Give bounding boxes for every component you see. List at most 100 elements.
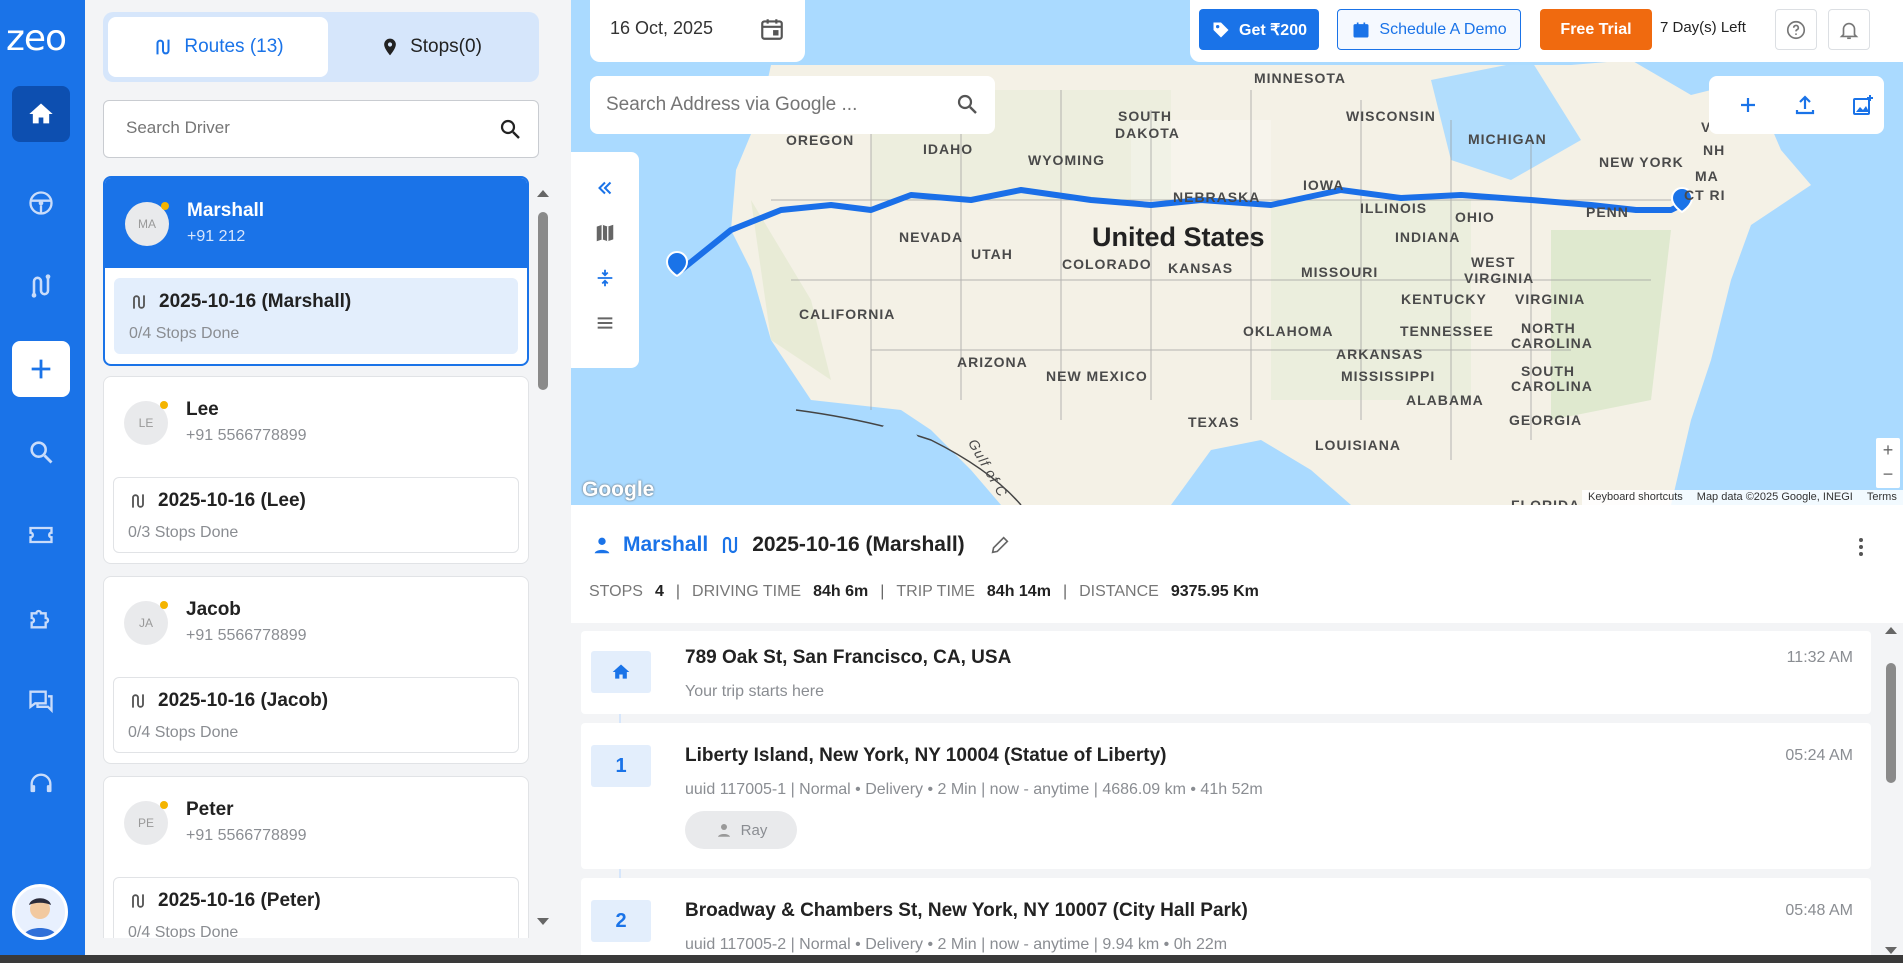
bell-icon bbox=[1839, 22, 1859, 39]
scroll-thumb[interactable] bbox=[538, 212, 548, 390]
add-image-button[interactable] bbox=[1847, 89, 1879, 121]
map-label: MA bbox=[1695, 168, 1719, 184]
messages-nav-button[interactable] bbox=[12, 673, 70, 729]
search-nav-button[interactable] bbox=[12, 424, 70, 480]
add-stop-button[interactable] bbox=[1732, 89, 1764, 121]
left-rail: zeo bbox=[0, 0, 85, 963]
tab-routes[interactable]: Routes (13) bbox=[108, 17, 328, 77]
vertical-align-center-icon bbox=[597, 269, 613, 287]
map-label: NORTH bbox=[1521, 320, 1576, 336]
schedule-demo-button[interactable]: Schedule A Demo bbox=[1337, 9, 1521, 50]
collapse-panel-button[interactable] bbox=[589, 172, 621, 204]
map-label: CALIFORNIA bbox=[799, 306, 896, 322]
date-value: 16 Oct, 2025 bbox=[610, 18, 714, 38]
map-label: MICHIGAN bbox=[1468, 131, 1547, 147]
route-item[interactable]: 2025-10-16 (Marshall) 0/4 Stops Done bbox=[114, 278, 518, 354]
scroll-thumb[interactable] bbox=[1886, 663, 1896, 783]
get-referral-label: Get ₹200 bbox=[1239, 21, 1307, 39]
route-header: Marshall 2025-10-16 (Marshall) bbox=[591, 533, 1011, 557]
stops-scrollbar[interactable] bbox=[1881, 623, 1901, 963]
route-item[interactable]: 2025-10-16 (Jacob) 0/4 Stops Done bbox=[113, 677, 519, 753]
help-icon bbox=[1786, 20, 1806, 39]
search-driver-field bbox=[103, 100, 539, 158]
window-bottom-bar bbox=[0, 955, 1903, 963]
map-side-tools bbox=[571, 152, 639, 368]
integrations-nav-button[interactable] bbox=[12, 590, 70, 646]
driver-avatar: LE bbox=[124, 401, 168, 445]
zoom-out-button[interactable]: − bbox=[1876, 462, 1900, 486]
support-nav-button[interactable] bbox=[12, 756, 70, 812]
terms-link[interactable]: Terms bbox=[1867, 491, 1897, 504]
routes-panel: Routes (13) Stops(0) MA Marshall +91 212 bbox=[85, 0, 571, 963]
scroll-down-icon[interactable] bbox=[533, 916, 553, 928]
drivers-nav-button[interactable] bbox=[12, 175, 70, 231]
split-view-button[interactable] bbox=[589, 262, 621, 294]
tab-stops[interactable]: Stops(0) bbox=[328, 17, 534, 77]
calendar-icon bbox=[761, 19, 783, 40]
keyboard-shortcuts-link[interactable]: Keyboard shortcuts bbox=[1588, 491, 1683, 504]
map-label: WYOMING bbox=[1028, 152, 1105, 168]
divider: | bbox=[1062, 583, 1068, 600]
driver-card-lee[interactable]: LE Lee +91 5566778899 2025-10-16 (Lee) 0… bbox=[103, 376, 529, 564]
add-button[interactable] bbox=[12, 341, 70, 397]
list-view-button[interactable] bbox=[589, 307, 621, 339]
map-label: TENNESSEE bbox=[1400, 323, 1494, 339]
date-picker[interactable]: 16 Oct, 2025 bbox=[590, 0, 805, 62]
search-icon[interactable] bbox=[955, 92, 979, 116]
tickets-nav-button[interactable] bbox=[12, 507, 70, 563]
map-view-button[interactable] bbox=[589, 217, 621, 249]
stop-item[interactable]: 2 Broadway & Chambers St, New York, NY 1… bbox=[581, 878, 1871, 963]
map-label: LOUISIANA bbox=[1315, 437, 1401, 453]
schedule-demo-label: Schedule A Demo bbox=[1379, 20, 1507, 38]
search-icon[interactable] bbox=[498, 117, 522, 141]
driver-list-scrollbar[interactable] bbox=[533, 186, 553, 936]
zoom-in-button[interactable]: + bbox=[1876, 438, 1900, 462]
route-details: Marshall 2025-10-16 (Marshall) STOPS 4 |… bbox=[571, 505, 1903, 963]
driver-phone: +91 5566778899 bbox=[186, 827, 307, 844]
route-driver-name[interactable]: Marshall bbox=[623, 533, 708, 557]
scroll-up-icon[interactable] bbox=[533, 187, 553, 199]
stop-address: 789 Oak St, San Francisco, CA, USA bbox=[685, 647, 1012, 668]
route-name: 2025-10-16 (Lee) bbox=[158, 490, 306, 511]
distance-label: DISTANCE bbox=[1079, 583, 1159, 600]
stop-number: 2 bbox=[591, 900, 651, 942]
app-root: zeo Routes (13) Stops(0) Search Driver M… bbox=[0, 0, 1903, 963]
edit-pencil-icon[interactable] bbox=[989, 534, 1011, 556]
map-label: VIRGINIA bbox=[1515, 291, 1586, 307]
route-item[interactable]: 2025-10-16 (Lee) 0/3 Stops Done bbox=[113, 477, 519, 553]
user-avatar[interactable] bbox=[12, 884, 68, 940]
map-label: PENN bbox=[1586, 204, 1629, 220]
map-label: COLORADO bbox=[1062, 256, 1152, 272]
divider: | bbox=[675, 583, 681, 600]
map-label: SOUTH bbox=[1521, 363, 1575, 379]
upload-button[interactable] bbox=[1789, 89, 1821, 121]
home-button[interactable] bbox=[12, 86, 70, 142]
upload-icon bbox=[1795, 95, 1815, 115]
routes-nav-button[interactable] bbox=[12, 258, 70, 314]
driver-card-peter[interactable]: PE Peter +91 5566778899 2025-10-16 (Pete… bbox=[103, 776, 529, 938]
map-label: CAROLINA bbox=[1511, 378, 1593, 394]
route-item[interactable]: 2025-10-16 (Peter) 0/4 Stops Done bbox=[113, 877, 519, 938]
get-referral-button[interactable]: Get ₹200 bbox=[1199, 9, 1319, 50]
address-search-input[interactable] bbox=[606, 94, 936, 116]
driver-name: Peter bbox=[186, 799, 234, 820]
stop-address: Broadway & Chambers St, New York, NY 100… bbox=[685, 900, 1248, 921]
help-button[interactable] bbox=[1775, 9, 1817, 50]
driver-card-marshall[interactable]: MA Marshall +91 212 2025-10-16 (Marshall… bbox=[103, 176, 529, 366]
stop-item[interactable]: 1 Liberty Island, New York, NY 10004 (St… bbox=[581, 723, 1871, 869]
map-label: INDIANA bbox=[1395, 229, 1461, 245]
free-trial-button[interactable]: Free Trial bbox=[1540, 9, 1652, 50]
driver-card-jacob[interactable]: JA Jacob +91 5566778899 2025-10-16 (Jaco… bbox=[103, 576, 529, 764]
more-options-icon[interactable] bbox=[1849, 535, 1873, 559]
map-label: FLORIDA bbox=[1511, 497, 1581, 505]
map-label: VIRGINIA bbox=[1464, 270, 1535, 286]
search-driver-input[interactable] bbox=[126, 118, 486, 138]
list-icon bbox=[597, 317, 613, 329]
scroll-up-icon[interactable] bbox=[1881, 624, 1901, 636]
start-stop[interactable]: 789 Oak St, San Francisco, CA, USA Your … bbox=[581, 631, 1871, 714]
zoom-controls: + − bbox=[1876, 438, 1900, 488]
map-label: ALABAMA bbox=[1406, 392, 1484, 408]
stop-note: Your trip starts here bbox=[685, 683, 825, 700]
notifications-button[interactable] bbox=[1828, 9, 1870, 50]
assignee-chip[interactable]: Ray bbox=[685, 811, 797, 849]
